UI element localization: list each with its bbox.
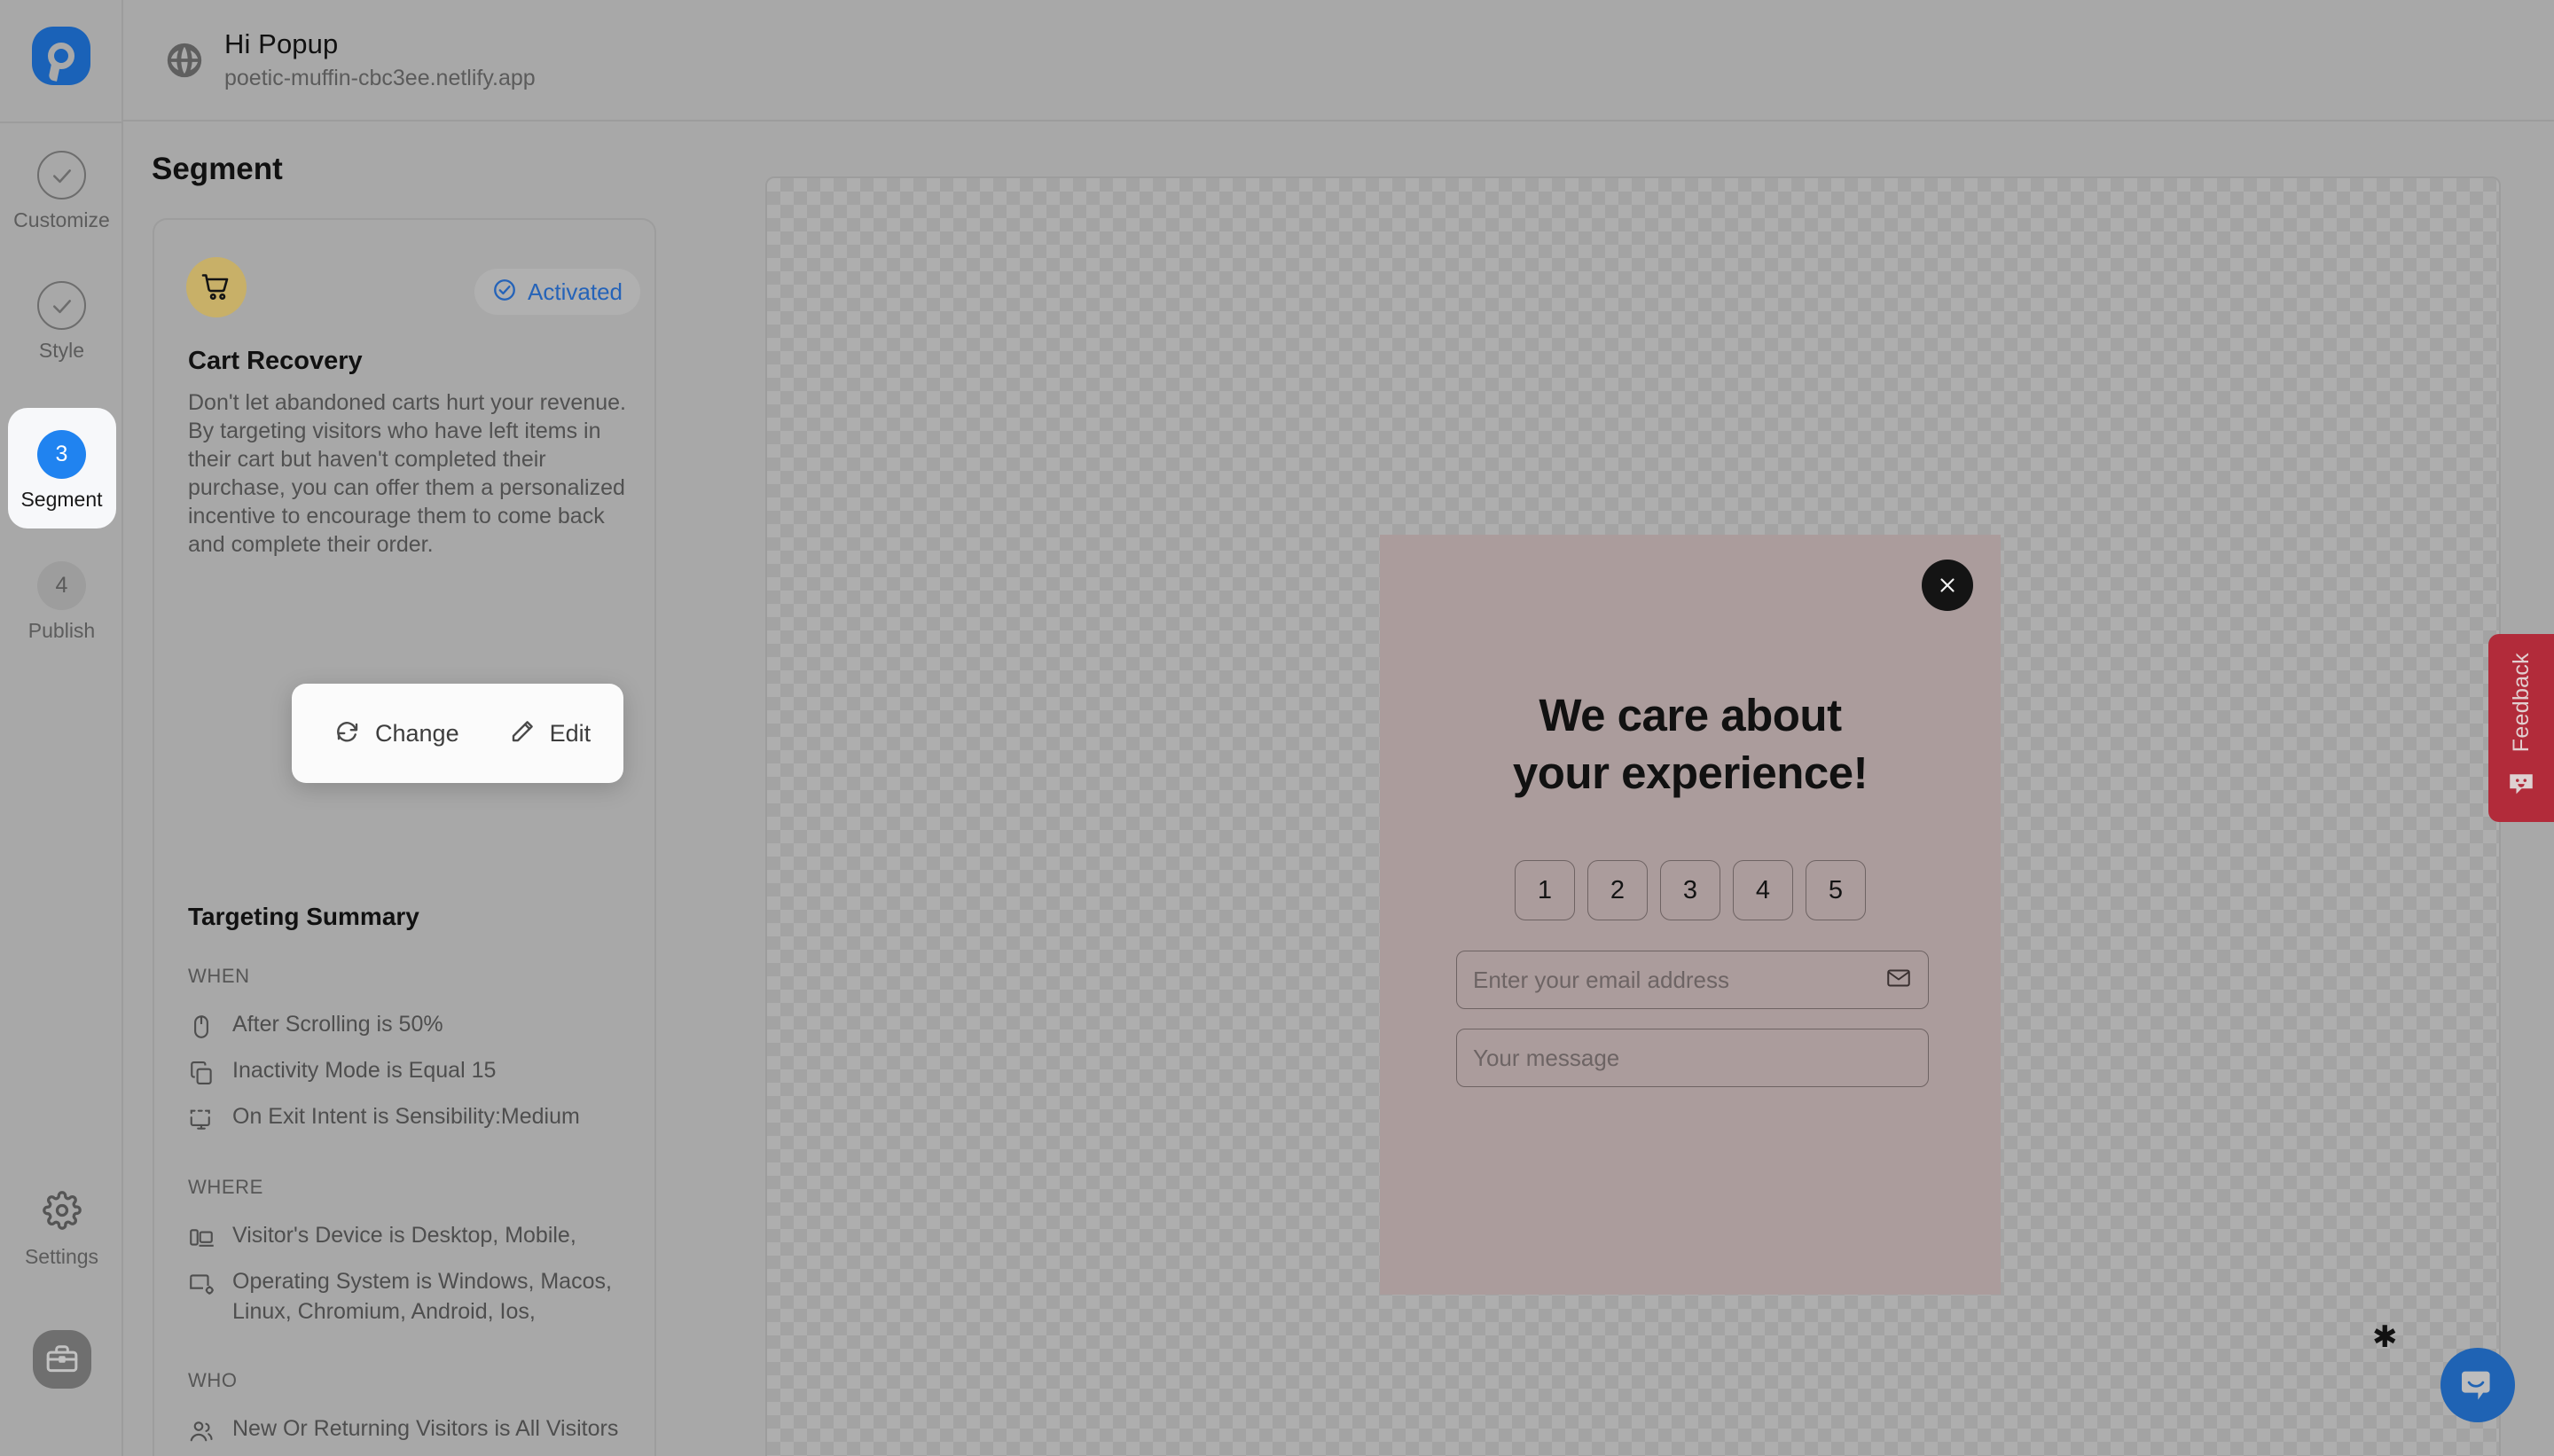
cart-recovery-card: Activated Cart Recovery Don't let abando… — [153, 218, 656, 1456]
rating-scale: 1 2 3 4 5 — [1380, 860, 2001, 920]
left-rail: Customize Style 3 Segment 4 Publish Sett… — [0, 0, 123, 1456]
targeting-row-text: On Exit Intent is Sensibility:Medium — [232, 1104, 580, 1129]
step-number-badge: 4 — [37, 561, 86, 610]
exit-intent-icon — [188, 1106, 215, 1132]
required-marker: ✱ — [2372, 1320, 2398, 1354]
site-url: poetic-muffin-cbc3ee.netlify.app — [224, 66, 536, 90]
rating-option-4[interactable]: 4 — [1733, 860, 1793, 920]
targeting-row-text: New Or Returning Visitors is All Visitor… — [232, 1416, 619, 1441]
step-number-badge: 3 — [37, 430, 86, 479]
segment-panel: Segment Activated Cart Recovery Don't le… — [123, 123, 709, 1456]
rating-option-5[interactable]: 5 — [1806, 860, 1866, 920]
os-icon — [188, 1271, 215, 1297]
logo-glyph — [48, 43, 74, 69]
site-meta: Hi Popup poetic-muffin-cbc3ee.netlify.ap… — [224, 28, 536, 91]
briefcase-icon[interactable] — [33, 1330, 91, 1389]
sidebar-item-customize[interactable]: Customize — [0, 151, 123, 232]
popup-heading: We care about your experience! — [1380, 687, 2001, 802]
card-actions-menu: Change Edit — [292, 684, 623, 783]
preview-frame: We care about your experience! 1 2 3 4 5… — [765, 176, 2501, 1456]
targeting-row-text: Visitor's Device is Desktop, Mobile, — [232, 1223, 576, 1248]
change-button-label: Change — [375, 719, 459, 747]
sidebar-item-label: Publish — [27, 619, 96, 642]
targeting-row: On Exit Intent is Sensibility:Medium — [188, 1102, 642, 1132]
section-heading-where: WHERE — [188, 1176, 263, 1198]
sidebar-item-label: Style — [38, 339, 85, 362]
rail-divider — [0, 121, 123, 123]
message-field-placeholder: Your message — [1473, 1044, 1620, 1071]
popup-heading-line2: your experience! — [1512, 747, 1868, 798]
pencil-icon — [509, 718, 536, 749]
email-field[interactable]: Enter your email address — [1456, 951, 1929, 1009]
sidebar-item-style[interactable]: Style — [0, 281, 123, 363]
check-circle-icon — [37, 151, 86, 200]
messenger-icon[interactable] — [2440, 1348, 2515, 1422]
card-title: Cart Recovery — [188, 347, 363, 375]
sidebar-item-label: Customize — [13, 208, 110, 231]
copy-icon — [188, 1060, 215, 1086]
section-heading-who: WHO — [188, 1369, 238, 1391]
targeting-row-text: After Scrolling is 50% — [232, 1012, 443, 1037]
feedback-tab[interactable]: Feedback — [2488, 634, 2554, 822]
edit-button[interactable]: Edit — [509, 718, 591, 749]
email-field-placeholder: Enter your email address — [1473, 966, 1730, 993]
popup-heading-line1: We care about — [1539, 690, 1842, 740]
check-circle-icon — [37, 281, 86, 330]
rating-option-1[interactable]: 1 — [1515, 860, 1575, 920]
check-circle-icon — [492, 278, 517, 307]
targeting-row-text: Operating System is Windows, Macos, Linu… — [232, 1269, 612, 1324]
edit-button-label: Edit — [549, 719, 591, 747]
refresh-icon — [334, 718, 361, 749]
targeting-row: New Or Returning Visitors is All Visitor… — [188, 1414, 642, 1444]
card-description: Don't let abandoned carts hurt your reve… — [188, 390, 626, 557]
targeting-row: Operating System is Windows, Macos, Linu… — [188, 1267, 642, 1327]
sidebar-item-label: Settings — [24, 1245, 99, 1268]
mail-icon — [1885, 965, 1912, 996]
users-icon — [188, 1418, 215, 1444]
feedback-tab-label: Feedback — [2508, 653, 2534, 753]
status-badge-label: Activated — [528, 278, 623, 305]
status-badge: Activated — [474, 269, 640, 315]
panel-title: Segment — [152, 152, 283, 186]
rating-option-2[interactable]: 2 — [1587, 860, 1648, 920]
popupsmart-logo-icon[interactable] — [32, 27, 90, 85]
sidebar-item-label: Segment — [20, 488, 103, 511]
speech-bubble-face-icon — [2506, 769, 2536, 803]
globe-icon — [164, 40, 205, 81]
page-title: Hi Popup — [224, 28, 339, 59]
preview-canvas: We care about your experience! 1 2 3 4 5… — [709, 123, 2554, 1456]
change-button[interactable]: Change — [334, 718, 459, 749]
targeting-row: After Scrolling is 50% — [188, 1010, 642, 1040]
targeting-summary-title: Targeting Summary — [188, 903, 419, 930]
app-root: Customize Style 3 Segment 4 Publish Sett… — [0, 0, 2554, 1456]
mouse-icon — [188, 1014, 215, 1040]
devices-icon — [188, 1225, 215, 1251]
shopping-cart-icon — [186, 257, 247, 317]
targeting-row: Visitor's Device is Desktop, Mobile, — [188, 1221, 642, 1251]
popup-preview: We care about your experience! 1 2 3 4 5… — [1380, 535, 2398, 1352]
sidebar-item-settings[interactable]: Settings — [0, 1191, 123, 1269]
sidebar-item-publish[interactable]: 4 Publish — [0, 561, 123, 643]
section-heading-when: WHEN — [188, 965, 250, 987]
message-field[interactable]: Your message — [1456, 1029, 1929, 1087]
sidebar-item-segment[interactable]: 3 Segment — [0, 430, 123, 512]
targeting-row: Inactivity Mode is Equal 15 — [188, 1056, 642, 1086]
top-bar: Hi Popup poetic-muffin-cbc3ee.netlify.ap… — [123, 0, 2554, 121]
rating-option-3[interactable]: 3 — [1660, 860, 1720, 920]
gear-icon — [42, 1191, 82, 1234]
targeting-row-text: Inactivity Mode is Equal 15 — [232, 1058, 497, 1083]
close-icon[interactable] — [1922, 560, 1973, 611]
